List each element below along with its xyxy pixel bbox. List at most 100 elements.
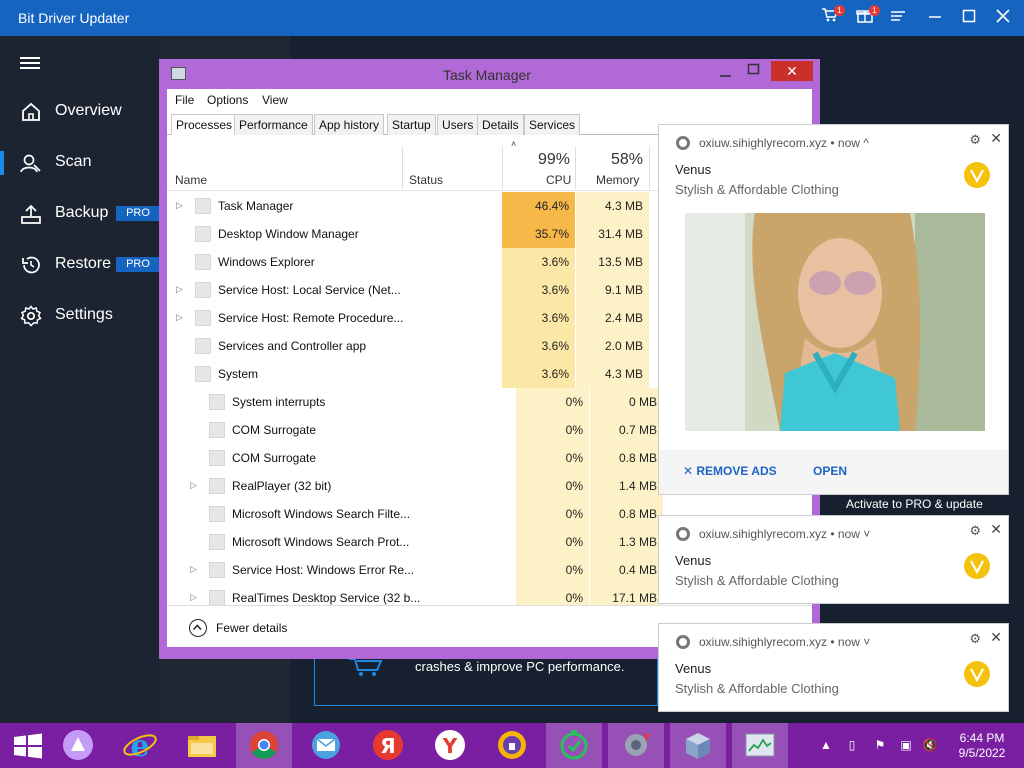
box-app-button[interactable] bbox=[670, 723, 726, 768]
alice-button[interactable] bbox=[50, 723, 106, 768]
notification-settings-icon[interactable]: ⚙ bbox=[969, 132, 981, 148]
mail-button[interactable] bbox=[298, 723, 354, 768]
column-divider bbox=[649, 147, 650, 189]
start-button[interactable] bbox=[0, 723, 56, 768]
chevron-up-circle-icon[interactable] bbox=[189, 619, 207, 637]
chrome-button[interactable] bbox=[236, 723, 292, 768]
notification-ad-image[interactable] bbox=[685, 213, 985, 431]
process-cpu: 3.6% bbox=[502, 332, 575, 360]
task-manager-titlebar[interactable]: Task Manager ✕ bbox=[159, 59, 820, 89]
menu-view[interactable]: View bbox=[262, 93, 288, 107]
process-name: COM Surrogate bbox=[232, 451, 317, 465]
process-memory: 1.3 MB bbox=[590, 528, 663, 556]
expand-arrow-icon[interactable]: ▷ bbox=[176, 200, 183, 211]
volume-muted-icon[interactable]: 🔇 bbox=[922, 737, 938, 753]
col-header-name[interactable]: Name bbox=[175, 173, 207, 187]
notification-settings-icon[interactable]: ⚙ bbox=[969, 631, 981, 647]
menu-file[interactable]: File bbox=[175, 93, 194, 107]
process-icon bbox=[209, 422, 225, 438]
tm-minimize-button[interactable] bbox=[719, 65, 733, 79]
process-name: RealTimes Desktop Service (32 b... bbox=[232, 591, 421, 605]
fewer-details-link[interactable]: Fewer details bbox=[216, 621, 287, 635]
sidebar-item-settings[interactable]: Settings bbox=[0, 296, 160, 336]
process-name: Service Host: Local Service (Net... bbox=[218, 283, 401, 297]
process-name: System interrupts bbox=[232, 395, 326, 409]
notification-close-icon[interactable]: ✕ bbox=[990, 130, 1002, 147]
sidebar-item-restore[interactable]: Restore PRO bbox=[0, 245, 160, 285]
process-memory: 0.7 MB bbox=[590, 416, 663, 444]
gift-icon[interactable]: 1 bbox=[853, 5, 880, 29]
yandex-browser-button[interactable]: Y bbox=[422, 723, 478, 768]
tm-maximize-button[interactable] bbox=[747, 63, 761, 77]
timer-button[interactable] bbox=[546, 723, 602, 768]
hamburger-icon[interactable] bbox=[20, 56, 42, 75]
process-icon bbox=[209, 562, 225, 578]
notification-close-icon[interactable]: ✕ bbox=[990, 629, 1002, 646]
venus-logo-icon bbox=[964, 553, 990, 579]
process-cpu: 3.6% bbox=[502, 248, 575, 276]
activate-pro-text[interactable]: Activate to PRO & update bbox=[846, 497, 983, 511]
tm-menubar: File Options View bbox=[167, 89, 812, 111]
process-memory: 4.3 MB bbox=[576, 192, 649, 220]
chrome-notification-1[interactable]: oxiuw.sihighlyrecom.xyz • now ^ ⚙ ✕ Venu… bbox=[658, 124, 1009, 495]
notification-close-icon[interactable]: ✕ bbox=[990, 521, 1002, 538]
network-icon[interactable]: ▣ bbox=[898, 737, 914, 753]
notification-title: Venus bbox=[675, 661, 712, 676]
tablet-icon[interactable]: ▯ bbox=[844, 737, 860, 753]
col-header-cpu[interactable]: CPU bbox=[546, 173, 571, 187]
chrome-notification-2[interactable]: oxiuw.sihighlyrecom.xyz • now ˅ ⚙ ✕ Venu… bbox=[658, 515, 1009, 604]
cpu-total-percent: 99% bbox=[538, 151, 571, 168]
task-manager-button[interactable] bbox=[732, 723, 788, 768]
tab-services[interactable]: Services bbox=[524, 114, 581, 135]
col-header-status[interactable]: Status bbox=[409, 173, 443, 187]
expand-arrow-icon[interactable]: ▷ bbox=[190, 564, 197, 575]
notification-source: oxiuw.sihighlyrecom.xyz • now ˅ bbox=[699, 527, 871, 541]
expand-arrow-icon[interactable]: ▷ bbox=[176, 284, 183, 295]
process-icon bbox=[195, 226, 211, 242]
process-icon bbox=[195, 282, 211, 298]
expand-arrow-icon[interactable]: ▷ bbox=[190, 480, 197, 491]
sidebar-label: Scan bbox=[55, 153, 92, 170]
vpn-button[interactable] bbox=[484, 723, 540, 768]
cart-icon[interactable]: 1 bbox=[818, 5, 845, 29]
close-button[interactable] bbox=[991, 7, 1015, 29]
tab-users[interactable]: Users bbox=[437, 114, 479, 135]
flag-icon[interactable]: ⚑ bbox=[872, 737, 888, 753]
process-icon bbox=[195, 338, 211, 354]
remove-ads-button[interactable]: ✕ REMOVE ADS bbox=[683, 464, 777, 478]
sidebar-item-overview[interactable]: Overview bbox=[0, 92, 160, 132]
file-explorer-button[interactable] bbox=[174, 723, 230, 768]
settings-app-button[interactable] bbox=[608, 723, 664, 768]
tab-app-history[interactable]: App history bbox=[314, 114, 385, 135]
show-hidden-icons-icon[interactable]: ▲ bbox=[818, 737, 834, 753]
minimize-button[interactable] bbox=[923, 7, 947, 29]
cart-badge: 1 bbox=[834, 5, 845, 16]
process-cpu: 3.6% bbox=[502, 360, 575, 388]
col-header-memory[interactable]: Memory bbox=[596, 173, 639, 187]
menu-lines-icon[interactable] bbox=[886, 7, 910, 29]
maximize-button[interactable] bbox=[957, 7, 981, 29]
internet-explorer-button[interactable]: e bbox=[112, 723, 168, 768]
tab-processes[interactable]: Processes bbox=[171, 114, 238, 136]
tab-details[interactable]: Details bbox=[477, 114, 524, 135]
open-button[interactable]: OPEN bbox=[813, 464, 847, 478]
tab-startup[interactable]: Startup bbox=[387, 114, 436, 135]
notification-title: Venus bbox=[675, 553, 712, 568]
tm-close-button[interactable]: ✕ bbox=[771, 61, 813, 81]
expand-arrow-icon[interactable]: ▷ bbox=[190, 592, 197, 603]
yandex-button[interactable]: Я bbox=[360, 723, 416, 768]
chrome-notification-3[interactable]: oxiuw.sihighlyrecom.xyz • now ˅ ⚙ ✕ Venu… bbox=[658, 623, 1009, 712]
process-name: Services and Controller app bbox=[218, 339, 367, 353]
process-memory: 1.4 MB bbox=[590, 472, 663, 500]
menu-options[interactable]: Options bbox=[207, 93, 248, 107]
process-icon bbox=[195, 254, 211, 270]
process-name: RealPlayer (32 bit) bbox=[232, 479, 332, 493]
notification-settings-icon[interactable]: ⚙ bbox=[969, 523, 981, 539]
sidebar-item-backup[interactable]: Backup PRO bbox=[0, 194, 160, 234]
sidebar-label: Restore bbox=[55, 255, 112, 272]
process-cpu: 0% bbox=[516, 444, 589, 472]
expand-arrow-icon[interactable]: ▷ bbox=[176, 312, 183, 323]
tab-performance[interactable]: Performance bbox=[234, 114, 313, 135]
sidebar-item-scan[interactable]: Scan bbox=[0, 143, 160, 183]
system-clock[interactable]: 6:44 PM 9/5/2022 bbox=[958, 731, 1006, 761]
